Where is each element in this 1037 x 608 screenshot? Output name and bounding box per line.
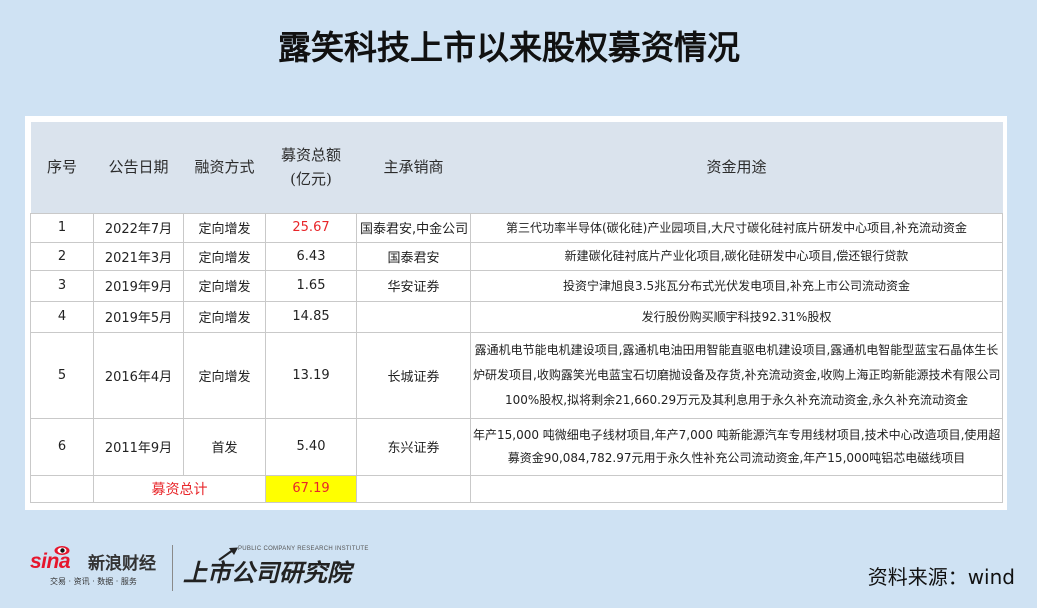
- method-cell: 定向增发: [183, 300, 266, 333]
- purpose-line: 投资宁津旭良3.5兆瓦分布式光伏发电项目,补充上市公司流动资金: [563, 278, 910, 293]
- header-amount-line2: (亿元): [290, 170, 332, 189]
- underwriter-cell: 国泰君安: [356, 241, 471, 271]
- method-cell: 定向增发: [183, 212, 266, 243]
- purpose-cell: 新建碳化硅衬底片产业化项目,碳化硅研发中心项目,偿还银行贷款: [470, 241, 1003, 271]
- header-amount-line1: 募资总额: [280, 146, 341, 165]
- header-purpose: 资金用途: [706, 158, 767, 177]
- sina-brand-name: 新浪财经: [88, 554, 156, 574]
- purpose-cell: 投资宁津旭良3.5兆瓦分布式光伏发电项目,补充上市公司流动资金: [470, 269, 1003, 302]
- index-cell: 5: [30, 331, 94, 419]
- index-cell: 4: [30, 300, 94, 333]
- underwriter-cell: [356, 300, 471, 333]
- date-cell: 2021年3月: [93, 241, 184, 271]
- underwriter-cell: 华安证券: [356, 269, 471, 302]
- table-row: 1 2022年7月 定向增发 25.67 国泰君安,中金公司 第三代功率半导体(…: [30, 212, 1003, 243]
- table-panel: 序号 公告日期 融资方式 募资总额 (亿元) 主承销商 资金用途 1 2022年…: [25, 116, 1007, 510]
- purpose-cell: 发行股份购买顺宇科技92.31%股权: [470, 300, 1003, 333]
- table-row: 2 2021年3月 定向增发 6.43 国泰君安 新建碳化硅衬底片产业化项目,碳…: [30, 241, 1003, 271]
- sina-tagline: 交易 · 资讯 · 数据 · 服务: [50, 577, 137, 586]
- method-cell: 首发: [183, 417, 266, 476]
- date-cell: 2011年9月: [93, 417, 184, 476]
- purpose-line: 炉研发项目,收购露笑光电蓝宝石切磨抛设备及存货,补充流动资金,收购上海正昀新能源…: [473, 367, 1001, 382]
- amount-cell: 13.19: [265, 331, 357, 419]
- table-row: 3 2019年9月 定向增发 1.65 华安证券 投资宁津旭良3.5兆瓦分布式光…: [30, 269, 1003, 302]
- purpose-cell: 年产15,000 吨微细电子线材项目,年产7,000 吨新能源汽车专用线材项目,…: [470, 417, 1003, 476]
- purpose-line: 发行股份购买顺宇科技92.31%股权: [641, 309, 832, 324]
- amount-cell: 5.40: [265, 417, 357, 476]
- table-row: 4 2019年5月 定向增发 14.85 发行股份购买顺宇科技92.31%股权: [30, 300, 1003, 333]
- index-cell: 2: [30, 241, 94, 271]
- table-header-row: 序号 公告日期 融资方式 募资总额 (亿元) 主承销商 资金用途: [30, 122, 1003, 213]
- purpose-line: 年产15,000 吨微细电子线材项目,年产7,000 吨新能源汽车专用线材项目,…: [473, 427, 1001, 442]
- underwriter-cell: 东兴证券: [356, 417, 471, 476]
- method-cell: 定向增发: [183, 331, 266, 419]
- method-cell: 定向增发: [183, 269, 266, 302]
- fundraising-table: 序号 公告日期 融资方式 募资总额 (亿元) 主承销商 资金用途 1 2022年…: [30, 122, 1003, 503]
- date-cell: 2022年7月: [93, 212, 184, 243]
- sina-eye-icon: [54, 546, 70, 555]
- data-source-note: 资料来源：wind: [867, 565, 1015, 589]
- date-cell: 2016年4月: [93, 331, 184, 419]
- header-underwriter: 主承销商: [383, 158, 444, 177]
- purpose-line: 募资金90,084,782.97元用于永久性补充公司流动资金,年产15,000吨…: [507, 450, 966, 465]
- index-cell: 1: [30, 212, 94, 243]
- purpose-line: 第三代功率半导体(碳化硅)产业园项目,大尺寸碳化硅衬底片研发中心项目,补充流动资…: [506, 220, 967, 235]
- underwriter-cell: 国泰君安,中金公司: [356, 212, 471, 243]
- purpose-line: 露通机电节能电机建设项目,露通机电油田用智能直驱电机建设项目,露通机电智能型蓝宝…: [474, 342, 999, 357]
- index-cell: 6: [30, 417, 94, 476]
- header-date: 公告日期: [108, 158, 169, 177]
- total-label: 募资总计: [93, 474, 266, 503]
- amount-cell: 1.65: [265, 269, 357, 302]
- amount-cell: 25.67: [265, 212, 357, 243]
- total-amount: 67.19: [265, 474, 357, 503]
- purpose-cell: 露通机电节能电机建设项目,露通机电油田用智能直驱电机建设项目,露通机电智能型蓝宝…: [470, 331, 1003, 419]
- purpose-line: 100%股权,拟将剩余21,660.29万元及其利息用于永久补充流动资金,永久补…: [504, 392, 968, 407]
- total-empty-cell: [470, 474, 1003, 503]
- table-row: 5 2016年4月 定向增发 13.19 长城证券 露通机电节能电机建设项目,露…: [30, 331, 1003, 419]
- header-index: 序号: [46, 158, 77, 177]
- amount-cell: 6.43: [265, 241, 357, 271]
- total-empty-cell: [356, 474, 471, 503]
- infographic-page: 露笑科技上市以来股权募资情况 序号 公告日期 融资方式 募资总额 (亿元) 主承…: [0, 0, 1037, 608]
- institute-english-name: PUBLIC COMPANY RESEARCH INSTITUTE: [238, 546, 369, 552]
- purpose-line: 新建碳化硅衬底片产业化项目,碳化硅研发中心项目,偿还银行贷款: [564, 249, 909, 263]
- header-method: 融资方式: [194, 158, 255, 177]
- table-row: 6 2011年9月 首发 5.40 东兴证券 年产15,000 吨微细电子线材项…: [30, 417, 1003, 476]
- underwriter-cell: 长城证券: [356, 331, 471, 419]
- date-cell: 2019年9月: [93, 269, 184, 302]
- footer-divider: [172, 545, 173, 591]
- total-empty-cell: [30, 474, 94, 503]
- date-cell: 2019年5月: [93, 300, 184, 333]
- index-cell: 3: [30, 269, 94, 302]
- page-title: 露笑科技上市以来股权募资情况: [278, 28, 740, 67]
- purpose-cell: 第三代功率半导体(碳化硅)产业园项目,大尺寸碳化硅衬底片研发中心项目,补充流动资…: [470, 212, 1003, 243]
- institute-chinese-name: 上市公司研究院: [183, 559, 351, 587]
- total-row: 募资总计 67.19: [30, 474, 1003, 503]
- amount-cell: 14.85: [265, 300, 357, 333]
- header-amount: 募资总额 (亿元): [266, 122, 357, 213]
- method-cell: 定向增发: [183, 241, 266, 271]
